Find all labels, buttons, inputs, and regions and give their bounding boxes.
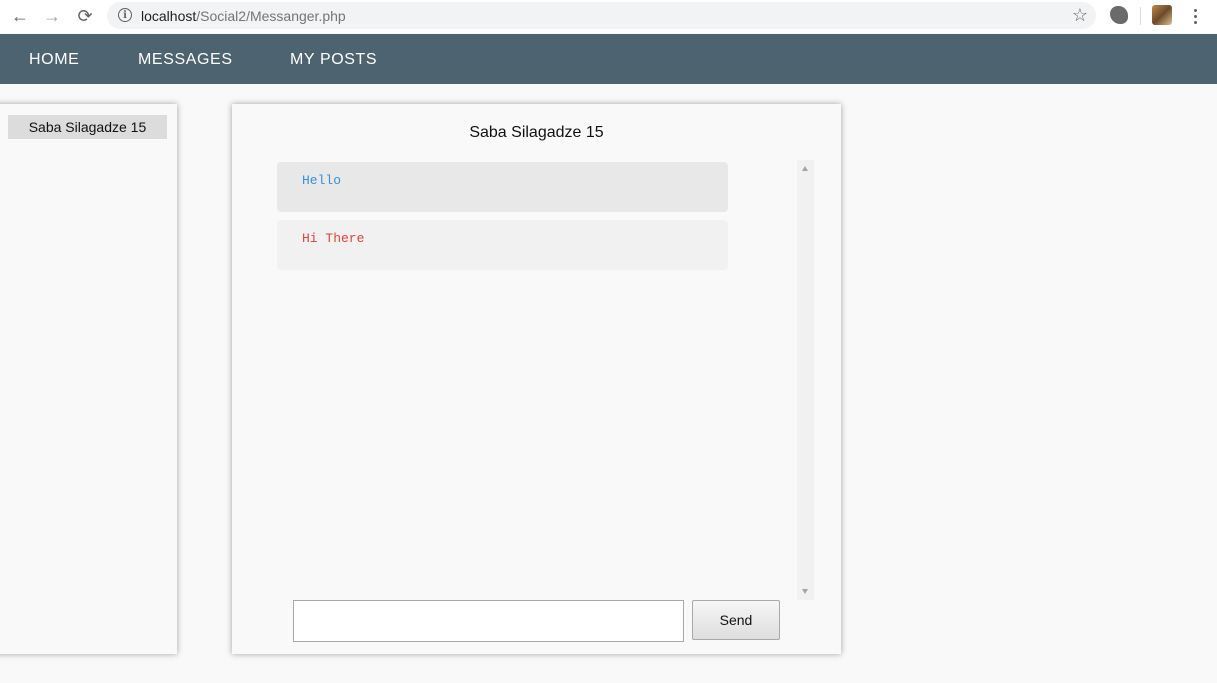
extension-icon[interactable] <box>1110 6 1128 24</box>
back-icon[interactable]: ← <box>8 5 32 27</box>
url-text[interactable]: localhost/Social2/Messanger.php <box>141 8 346 24</box>
forward-icon[interactable]: → <box>40 5 64 27</box>
browser-menu-icon[interactable] <box>1186 5 1204 27</box>
nav-home-link[interactable]: HOME <box>29 51 79 69</box>
scroll-up-arrow-icon[interactable] <box>802 166 808 171</box>
send-button[interactable]: Send <box>692 600 780 640</box>
address-bar[interactable]: i localhost/Social2/Messanger.php ☆ <box>107 2 1096 29</box>
chat-title: Saba Silagadze 15 <box>469 124 604 141</box>
browser-toolbar: ← → ⟳ i localhost/Social2/Messanger.php … <box>0 0 1217 33</box>
message-list: Hello Hi There <box>277 162 728 278</box>
toolbar-divider <box>1140 7 1141 25</box>
chat-panel: Saba Silagadze 15 Hello Hi There Send <box>232 104 841 654</box>
contacts-panel: Saba Silagadze 15 <box>0 104 177 654</box>
url-path: /Social2/Messanger.php <box>196 8 346 24</box>
scroll-down-arrow-icon[interactable] <box>802 589 808 594</box>
message-scrollbar[interactable] <box>797 160 814 600</box>
contact-item[interactable]: Saba Silagadze 15 <box>8 115 167 139</box>
info-icon[interactable]: i <box>118 8 132 22</box>
url-host: localhost <box>141 8 197 24</box>
message-bubble-incoming: Hello <box>277 162 728 212</box>
message-bubble-outgoing: Hi There <box>277 220 728 270</box>
site-navbar: HOME MESSAGES MY POSTS <box>0 34 1217 84</box>
nav-my-posts-link[interactable]: MY POSTS <box>290 51 377 69</box>
message-input[interactable] <box>293 600 684 642</box>
reload-icon[interactable]: ⟳ <box>73 5 97 27</box>
bookmark-star-icon[interactable]: ☆ <box>1072 5 1088 26</box>
profile-avatar[interactable] <box>1152 5 1172 25</box>
nav-messages-link[interactable]: MESSAGES <box>138 51 233 69</box>
